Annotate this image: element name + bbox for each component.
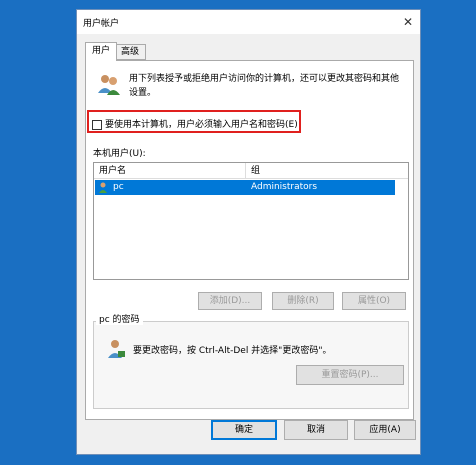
table-row[interactable]: pc Administrators <box>95 180 395 195</box>
column-header-username[interactable]: 用户名 <box>94 163 246 179</box>
cell-group: Administrators <box>251 182 318 192</box>
description-text: 用下列表授予或拒绝用户访问你的计算机，还可以更改其密码和其他设置。 <box>129 74 400 98</box>
local-users-list[interactable]: 用户名 组 pc Administrators <box>93 162 409 280</box>
cancel-button[interactable]: 取消 <box>284 420 348 440</box>
remove-user-button[interactable]: 删除(R) <box>272 292 334 310</box>
require-login-label[interactable]: 要使用本计算机，用户必须输入用户名和密码(E) <box>105 119 298 131</box>
cell-username: pc <box>113 182 124 192</box>
reset-password-button[interactable]: 重置密码(P)... <box>296 365 404 385</box>
require-login-checkbox[interactable] <box>92 120 102 130</box>
password-instruction: 要更改密码，按 Ctrl-Alt-Del 并选择"更改密码"。 <box>133 346 332 356</box>
local-users-label: 本机用户(U): <box>93 149 146 159</box>
properties-button[interactable]: 属性(O) <box>342 292 406 310</box>
window-title: 用户帐户 <box>83 19 120 29</box>
title-bar: 用户帐户 ✕ <box>77 10 420 34</box>
close-icon[interactable]: ✕ <box>396 10 420 34</box>
apply-button[interactable]: 应用(A) <box>354 420 416 440</box>
users-tab-panel: 用下列表授予或拒绝用户访问你的计算机，还可以更改其密码和其他设置。 要使用本计算… <box>85 60 414 420</box>
tab-advanced[interactable]: 高级 <box>114 44 147 60</box>
password-user-icon <box>108 340 125 358</box>
add-user-button[interactable]: 添加(D)... <box>198 292 262 310</box>
user-accounts-dialog: 用户帐户 ✕ 用户 高级 用下列表授予或拒绝用户访问你的计算机，还可以更改其密码… <box>76 9 421 455</box>
users-icon <box>98 75 120 95</box>
user-icon <box>99 182 107 193</box>
ok-button[interactable]: 确定 <box>211 420 277 440</box>
password-group-title: pc 的密码 <box>96 312 143 325</box>
tab-users[interactable]: 用户 <box>85 42 118 61</box>
column-header-group[interactable]: 组 <box>246 163 408 179</box>
